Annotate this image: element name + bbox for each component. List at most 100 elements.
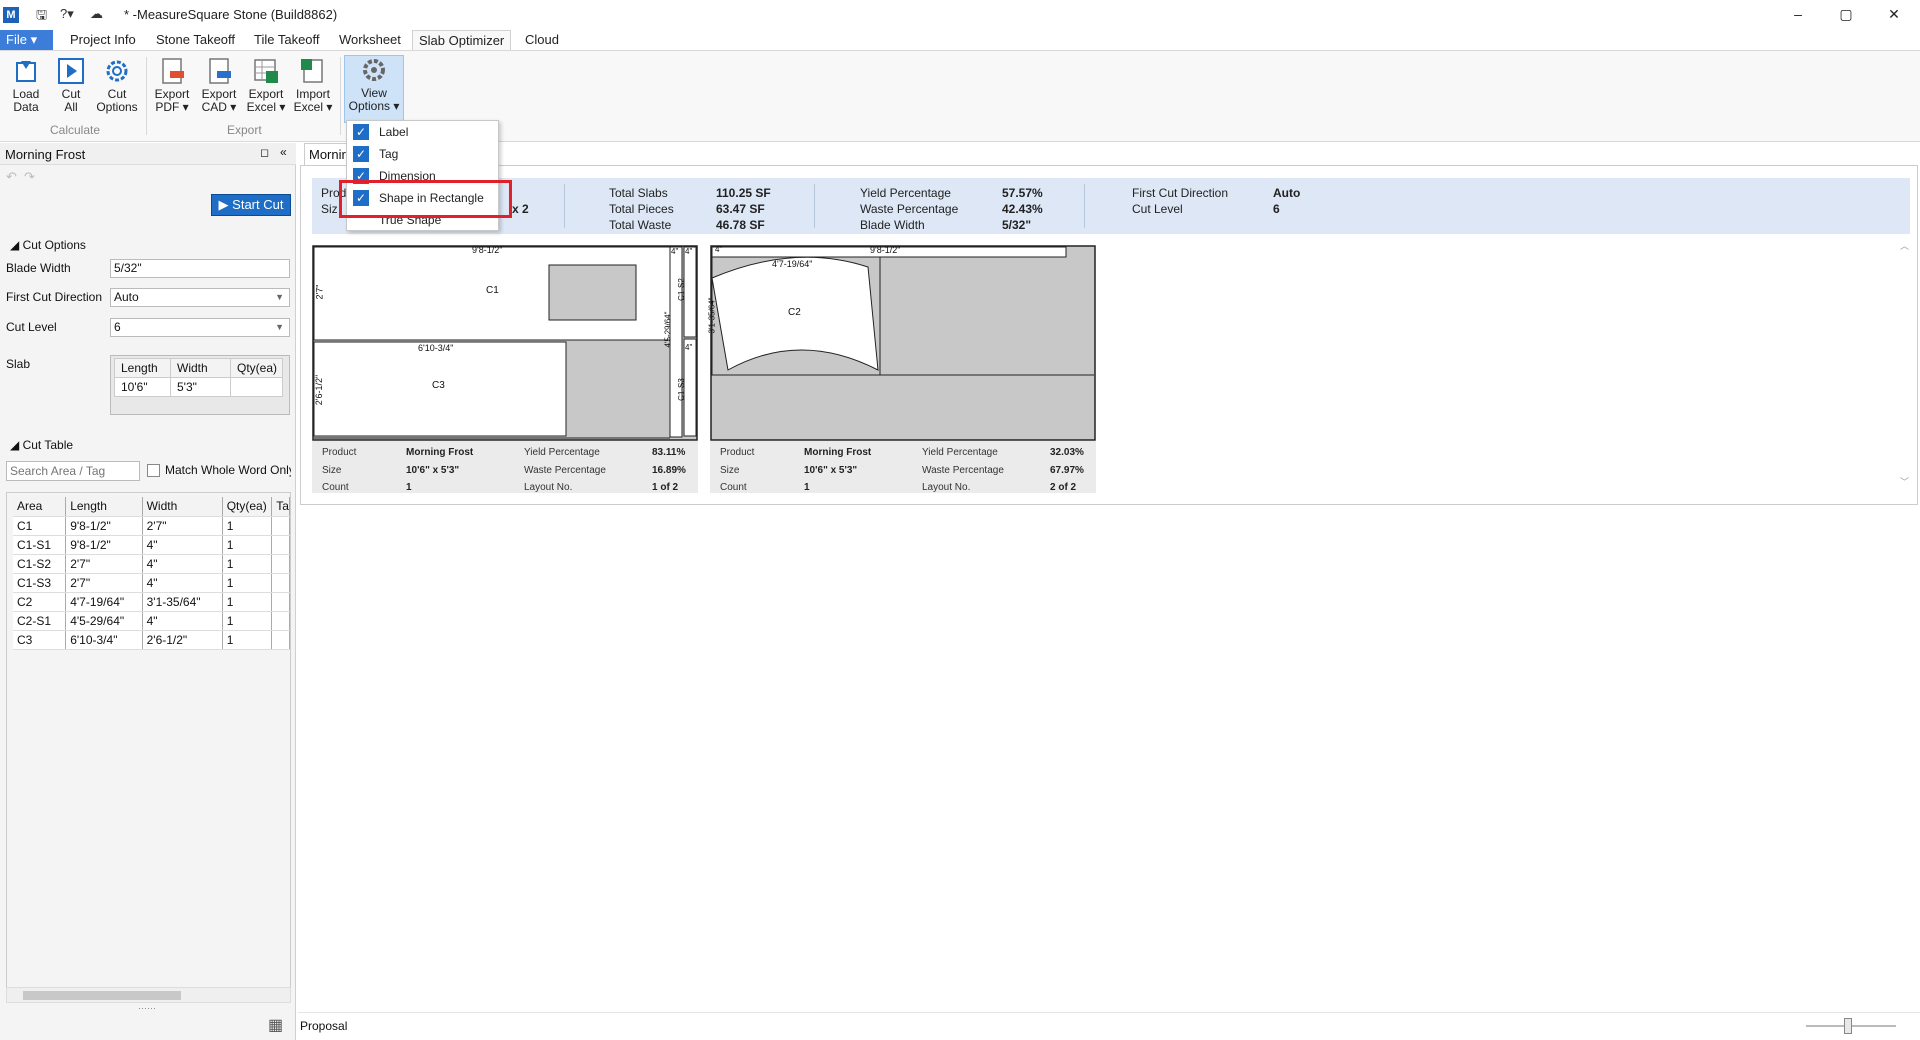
- slab-header-length[interactable]: Length: [114, 358, 171, 378]
- undo-icon[interactable]: ↶: [6, 169, 17, 185]
- import-excel-button[interactable]: Import Excel ▾: [290, 57, 336, 114]
- cut-header-width[interactable]: Width: [142, 497, 223, 517]
- table-row[interactable]: C3 6'10-3/4" 2'6-1/2" 1: [13, 630, 290, 650]
- match-whole-word-checkbox[interactable]: [147, 464, 160, 477]
- export-pdf-button[interactable]: Export PDF ▾: [149, 57, 195, 114]
- cut-table-section-header[interactable]: ◢ Cut Table: [10, 438, 73, 452]
- cell-length: 4'7-19/64": [65, 592, 143, 612]
- slab-header-qty[interactable]: Qty(ea): [230, 358, 283, 378]
- slab-cell-width[interactable]: 5'3": [170, 377, 231, 397]
- document-tab[interactable]: Mornir: [304, 143, 351, 165]
- info-count-label: Count: [322, 482, 349, 493]
- total-slabs-value: 110.25 SF: [716, 186, 771, 200]
- cell-width: 3'1-35/64": [142, 592, 223, 612]
- tab-file[interactable]: File ▾: [0, 30, 53, 50]
- save-icon[interactable]: 🖫: [36, 6, 47, 28]
- tab-worksheet[interactable]: Worksheet: [333, 30, 407, 50]
- cut-header-area[interactable]: Area: [13, 497, 67, 517]
- cell-width: 4": [142, 573, 223, 593]
- strip-dimension: 4": [715, 245, 723, 254]
- c3-length-dimension: 6'10-3/4": [418, 343, 454, 353]
- slab-header-width[interactable]: Width: [170, 358, 231, 378]
- slab-layout-2[interactable]: 4" 9'8-1/2" 4'7-19/64" C2 3'1-35/64" Pro…: [707, 245, 1096, 493]
- export-cad-button[interactable]: Export CAD ▾: [196, 57, 242, 114]
- splitter-grip-icon[interactable]: ⋯⋯: [138, 1003, 156, 1014]
- load-data-button[interactable]: Load Data: [3, 57, 49, 114]
- redo-icon[interactable]: ↷: [24, 169, 35, 185]
- summary-size-label: Siz: [321, 202, 338, 216]
- cloud-icon[interactable]: ☁: [90, 6, 103, 22]
- cut-all-label: Cut All: [61, 87, 81, 114]
- info-waste-label: Waste Percentage: [524, 465, 606, 476]
- info-yield-label: Yield Percentage: [922, 447, 998, 458]
- maximize-button[interactable]: ▢: [1836, 6, 1856, 23]
- table-row[interactable]: C1-S2 2'7" 4" 1: [13, 554, 290, 574]
- start-cut-button[interactable]: ▶ Start Cut: [211, 194, 291, 216]
- waste-value: 42.43%: [1002, 202, 1043, 216]
- cell-qty: 1: [222, 592, 273, 612]
- cell-width: 4": [142, 535, 223, 555]
- summary-size-value: x 2: [512, 202, 529, 216]
- cut-header-length[interactable]: Length: [65, 497, 143, 517]
- table-row[interactable]: C1-S3 2'7" 4" 1: [13, 573, 290, 593]
- slab-2-info: Product Morning Frost Size 10'6" x 5'3" …: [710, 441, 1096, 493]
- window-title: * -MeasureSquare Stone (Build8862): [124, 7, 338, 22]
- view-options-button[interactable]: View Options ▾: [344, 55, 404, 123]
- chevron-up-icon[interactable]: ︿: [1900, 239, 1909, 252]
- menu-item-tag[interactable]: ✓ Tag: [347, 143, 498, 165]
- table-row[interactable]: C1 9'8-1/2" 2'7" 1: [13, 516, 290, 536]
- cut-header-tag[interactable]: Ta: [271, 497, 290, 517]
- cell-tag: [271, 592, 290, 612]
- table-row[interactable]: C1-S1 9'8-1/2" 4" 1: [13, 535, 290, 555]
- waste-label: Waste Percentage: [860, 202, 959, 216]
- restore-panel-icon[interactable]: ◻: [260, 146, 269, 159]
- cut-options-section-header[interactable]: ◢ Cut Options: [10, 238, 86, 252]
- close-button[interactable]: ✕: [1884, 6, 1904, 23]
- tab-slab-optimizer[interactable]: Slab Optimizer: [412, 30, 512, 50]
- tab-project-info[interactable]: Project Info: [64, 30, 142, 50]
- slab-cell-length[interactable]: 10'6": [114, 377, 171, 397]
- cell-length: 2'7": [65, 554, 143, 574]
- cut-options-button[interactable]: Cut Options: [94, 57, 140, 114]
- help-icon[interactable]: ?▾: [60, 6, 74, 22]
- grid-view-icon[interactable]: ▦: [268, 1015, 283, 1035]
- slab-cell-qty[interactable]: [230, 377, 283, 397]
- minimize-button[interactable]: –: [1788, 6, 1808, 22]
- info-waste-value: 16.89%: [652, 465, 686, 476]
- zoom-slider-thumb[interactable]: [1844, 1018, 1852, 1034]
- chevron-down-icon[interactable]: ﹀: [1900, 475, 1909, 488]
- pdf-icon: [162, 58, 184, 84]
- cell-length: 6'10-3/4": [65, 630, 143, 650]
- c2-label: C2: [788, 307, 801, 318]
- slab-layout-1[interactable]: 9'8-1/2" 2'7" C1 6'10-3/4" 2'6-1/2" C3 4…: [312, 245, 698, 493]
- tab-cloud[interactable]: Cloud: [519, 30, 565, 50]
- strip-dimension: 4": [685, 247, 693, 256]
- cut-all-button[interactable]: Cut All: [48, 57, 94, 114]
- horizontal-scrollbar[interactable]: [6, 987, 291, 1003]
- table-row[interactable]: C2-S1 4'5-29/64" 4" 1: [13, 611, 290, 631]
- first-cut-direction-label: First Cut Direction: [6, 290, 103, 304]
- scrollbar-thumb[interactable]: [23, 991, 181, 1000]
- cell-tag: [271, 535, 290, 555]
- collapse-panel-icon[interactable]: «: [280, 145, 287, 159]
- table-row[interactable]: C2 4'7-19/64" 3'1-35/64" 1: [13, 592, 290, 612]
- info-product-label: Product: [322, 447, 357, 458]
- blade-width-field[interactable]: 5/32": [110, 259, 290, 278]
- chevron-down-icon: ▼: [275, 292, 284, 302]
- tab-stone-takeoff[interactable]: Stone Takeoff: [150, 30, 241, 50]
- summary-divider: [564, 184, 565, 228]
- menu-item-label[interactable]: ✓ Label: [347, 121, 498, 143]
- cut-header-qty[interactable]: Qty(ea): [222, 497, 273, 517]
- info-count-value: 1: [406, 482, 412, 493]
- search-input[interactable]: [6, 461, 140, 481]
- c1-label: C1: [486, 285, 499, 296]
- first-cut-direction-select[interactable]: Auto ▼: [110, 288, 290, 307]
- cell-width: 4": [142, 611, 223, 631]
- tab-tile-takeoff[interactable]: Tile Takeoff: [248, 30, 326, 50]
- info-yield-label: Yield Percentage: [524, 447, 600, 458]
- export-cad-label: Export CAD ▾: [201, 87, 237, 114]
- cut-level-select[interactable]: 6 ▼: [110, 318, 290, 337]
- info-layout-label: Layout No.: [524, 482, 573, 493]
- vertical-scrollbar[interactable]: ︿ ﹀: [1896, 239, 1914, 489]
- export-excel-button[interactable]: Export Excel ▾: [243, 57, 289, 114]
